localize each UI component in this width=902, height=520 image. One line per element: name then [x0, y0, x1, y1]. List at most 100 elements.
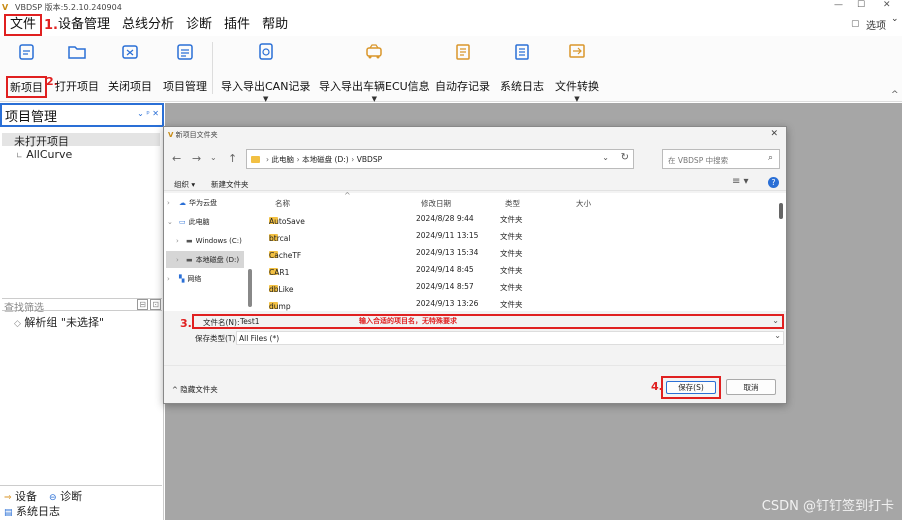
savetype-select[interactable]: All Files (*): [236, 331, 784, 345]
recent-dropdown-icon[interactable]: ⌄: [210, 153, 217, 162]
import-export-ecu-label: 导入导出车辆ECU信息: [319, 80, 430, 93]
breadcrumb-this-pc[interactable]: 此电脑: [272, 154, 295, 165]
tab-device[interactable]: ⇒ 设备: [4, 488, 37, 504]
up-arrow-icon[interactable]: ↑: [228, 152, 237, 165]
minimize-button[interactable]: —: [834, 0, 843, 10]
column-size[interactable]: 大小: [576, 198, 591, 209]
import-export-can-button[interactable]: 导入导出CAN记录 ▼: [221, 42, 310, 103]
nav-network[interactable]: › ▚ 网络: [167, 270, 245, 287]
collapse-ribbon-icon[interactable]: ^: [891, 90, 899, 100]
menu-device-manage[interactable]: 设备管理: [58, 14, 116, 36]
file-convert-button[interactable]: 文件转换 ▼: [555, 42, 599, 103]
file-name-text: dbLike: [269, 285, 294, 294]
chevron-down-icon: ▼: [371, 95, 378, 103]
search-input[interactable]: 在 VBDSP 中搜索 ⌕: [662, 149, 780, 169]
file-row[interactable]: AutoSave 2024/8/28 9:44 文件夹: [269, 211, 774, 228]
column-date[interactable]: 修改日期: [421, 198, 451, 209]
close-window-button[interactable]: ✕: [883, 0, 891, 10]
import-export-can-label: 导入导出CAN记录: [221, 80, 311, 93]
panel-controls[interactable]: ⌄ ᵖ ✕: [137, 109, 159, 118]
organize-button[interactable]: 组织 ▾: [174, 179, 195, 190]
parse-group-item[interactable]: ◇ 解析组 "未选择": [14, 314, 104, 330]
nav-this-pc[interactable]: ⌄ ▭ 此电脑: [167, 213, 245, 230]
file-row[interactable]: CacheTF 2024/9/13 15:34 文件夹: [269, 245, 774, 262]
filter-clear-icon[interactable]: ⊡: [150, 299, 161, 310]
file-date: 2024/9/14 8:45: [416, 265, 474, 274]
filename-row: 文件名(N): Test1 输入合适的项目名，无特殊要求 ⌄: [192, 314, 784, 329]
nav-scrollbar[interactable]: [248, 269, 252, 307]
savetype-dropdown-icon[interactable]: ⌄: [774, 331, 781, 340]
new-project-button[interactable]: 新项目: [6, 42, 47, 98]
maximize-button[interactable]: ☐: [857, 0, 865, 10]
breadcrumb-dropdown-icon[interactable]: ⌄: [602, 153, 609, 162]
close-project-label: 关闭项目: [108, 80, 152, 93]
autosave-record-button[interactable]: 自动存记录: [435, 42, 490, 94]
nav-local-disk-d[interactable]: › ▬ 本地磁盘 (D:): [166, 251, 244, 268]
menu-diagnosis[interactable]: 诊断: [180, 14, 218, 36]
file-date: 2024/9/14 8:57: [416, 282, 474, 291]
menu-plugin[interactable]: 插件: [218, 14, 256, 36]
help-icon[interactable]: ?: [768, 177, 779, 188]
project-manage-label: 项目管理: [163, 80, 207, 93]
open-folder-icon: [68, 46, 86, 59]
filename-input[interactable]: Test1: [240, 317, 260, 326]
ribbon-separator: [212, 42, 213, 94]
tree-item-no-project: 未打开项目: [14, 135, 69, 148]
menu-bus-analysis[interactable]: 总线分析: [116, 14, 180, 36]
new-folder-button[interactable]: 新建文件夹: [211, 179, 249, 190]
refresh-icon[interactable]: ↻: [621, 152, 629, 163]
breadcrumb-vbdsp[interactable]: VBDSP: [357, 155, 382, 164]
autosave-record-label: 自动存记录: [435, 80, 490, 93]
menu-help[interactable]: 帮助: [256, 14, 294, 36]
menu-file[interactable]: 文件: [4, 14, 43, 36]
open-project-label: 打开项目: [55, 80, 99, 93]
tab-diagnosis-label: 诊断: [60, 490, 83, 503]
filter-input[interactable]: 查找筛选 ⊟ ⊡: [2, 298, 162, 314]
can-record-icon: [258, 43, 273, 60]
nav-huawei-cloud[interactable]: › ☁ 华为云盘: [167, 194, 245, 211]
filename-label: 文件名(N):: [203, 318, 240, 327]
file-convert-label: 文件转换: [555, 80, 599, 93]
cancel-button[interactable]: 取消: [726, 379, 776, 395]
import-export-ecu-button[interactable]: 导入导出车辆ECU信息 ▼: [319, 42, 430, 103]
tree-item-allcurve[interactable]: ∟ AllCurve: [16, 148, 72, 161]
project-manage-button[interactable]: 项目管理: [163, 42, 207, 94]
options-menu[interactable]: 选项: [866, 17, 886, 32]
system-log-label: 系统日志: [500, 80, 544, 93]
file-list-scrollbar[interactable]: [779, 203, 783, 219]
filter-icon[interactable]: ⊟: [137, 299, 148, 310]
forward-arrow-icon[interactable]: →: [192, 152, 201, 165]
breadcrumb[interactable]: › 此电脑 › 本地磁盘 (D:) › VBDSP ⌄ ↻: [246, 149, 634, 169]
column-name[interactable]: 名称: [275, 198, 290, 209]
nav-network-label: 网络: [187, 274, 202, 283]
hide-folders-toggle[interactable]: ^ 隐藏文件夹: [172, 384, 218, 395]
system-log-icon: [515, 44, 529, 60]
nav-windows-c-label: Windows (C:): [195, 236, 242, 245]
dialog-close-button[interactable]: ✕: [770, 129, 778, 139]
system-log-button[interactable]: 系统日志: [500, 42, 544, 94]
breadcrumb-drive-d[interactable]: 本地磁盘 (D:): [302, 154, 349, 165]
options-caret-icon[interactable]: ⌄: [891, 14, 899, 24]
save-button[interactable]: 保存(S): [666, 381, 716, 394]
file-row[interactable]: CAR1 2024/9/14 8:45 文件夹: [269, 262, 774, 279]
close-project-button[interactable]: 关闭项目: [108, 42, 152, 94]
syslog-icon: ▤: [4, 508, 13, 518]
tab-diagnosis[interactable]: ⊖ 诊断: [49, 488, 82, 504]
bottom-tabs: ⇒ 设备 ⊖ 诊断: [4, 488, 82, 504]
options-icon: ▢: [851, 19, 860, 29]
column-type[interactable]: 类型: [505, 198, 520, 209]
back-arrow-icon[interactable]: ←: [172, 152, 181, 165]
file-row[interactable]: dbLike 2024/9/14 8:57 文件夹: [269, 279, 774, 296]
file-type: 文件夹: [500, 232, 523, 241]
step-3-label: 3.: [180, 317, 192, 330]
sort-indicator-icon: ^: [344, 191, 351, 200]
tree-selected-row[interactable]: 未打开项目: [2, 133, 160, 148]
file-row[interactable]: dump 2024/9/13 13:26 文件夹: [269, 296, 774, 313]
file-row[interactable]: btrcal 2024/9/11 13:15 文件夹: [269, 228, 774, 245]
search-icon: ⌕: [767, 153, 773, 163]
nav-windows-c[interactable]: › ▬ Windows (C:): [176, 232, 254, 249]
view-options-icon[interactable]: ≡ ▾: [732, 176, 749, 187]
open-project-button[interactable]: 打开项目: [55, 42, 99, 94]
syslog-tab[interactable]: ▤ 系统日志: [4, 503, 60, 519]
filename-dropdown-icon[interactable]: ⌄: [772, 316, 779, 325]
